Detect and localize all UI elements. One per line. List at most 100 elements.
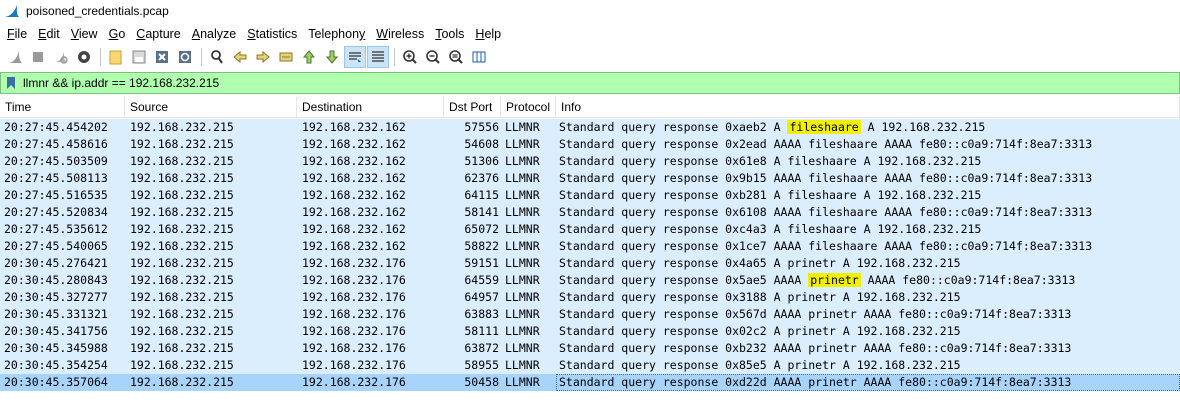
packet-time: 20:27:45.454202 [4,120,108,134]
packet-row[interactable]: 20:27:45.503509 192.168.232.215 192.168.23… [0,153,1180,170]
arrow-up-icon [302,50,316,64]
column-header-source[interactable]: Source [125,97,297,118]
auto-scroll-button[interactable] [344,46,366,68]
find-packet-button[interactable] [206,46,228,68]
packet-destination: 192.168.232.162 [302,188,406,202]
packet-info: Standard query response 0x61e8 A filesha… [556,153,1180,170]
packet-dst-port: 64559 [464,273,499,287]
packet-protocol: LLMNR [505,324,540,338]
menu-item[interactable]: Help [470,24,506,44]
capture-options-button[interactable] [73,46,95,68]
zoom-out-button[interactable] [422,46,444,68]
go-forward-button[interactable] [252,46,274,68]
packet-info: Standard query response 0xb281 A filesha… [556,187,1180,204]
packet-row[interactable]: 20:30:45.341756 192.168.232.215 192.168.23… [0,323,1180,340]
menu-item[interactable]: View [66,24,103,44]
packet-row[interactable]: 20:27:45.508113 192.168.232.215 192.168.23… [0,170,1180,187]
packet-time: 20:30:45.331321 [4,307,108,321]
go-to-packet-button[interactable] [275,46,297,68]
column-header-info[interactable]: Info [556,97,1180,118]
packet-info: Standard query response 0x2ead AAAA file… [556,136,1180,153]
colorize-button[interactable] [367,46,389,68]
menu-mnemonic: V [70,27,79,41]
packet-row[interactable]: 20:30:45.354254 192.168.232.215 192.168.23… [0,357,1180,374]
close-file-button[interactable] [151,46,173,68]
packet-row[interactable]: 20:30:45.345988 192.168.232.215 192.168.23… [0,340,1180,357]
menu-item[interactable]: Go [104,24,131,44]
packet-info-text: Standard query response 0xaeb2 A [559,120,788,134]
go-back-button[interactable] [229,46,251,68]
packet-time: 20:27:45.535612 [4,222,108,236]
menu-item[interactable]: Wireless [371,24,429,44]
packet-source: 192.168.232.215 [130,188,234,202]
packet-row[interactable]: 20:30:45.280843 192.168.232.215 192.168.23… [0,272,1180,289]
packet-protocol: LLMNR [505,341,540,355]
packet-row-selected[interactable]: 20:30:45.357064 192.168.232.215 192.168.23… [0,374,1180,391]
packet-dst-port: 62376 [464,171,499,185]
zoom-in-button[interactable] [399,46,421,68]
arrow-down-icon [325,50,339,64]
open-file-button[interactable] [105,46,127,68]
display-filter-input[interactable] [23,74,1179,92]
packet-protocol: LLMNR [505,137,540,151]
filter-bookmark-button[interactable] [3,74,19,92]
packet-destination: 192.168.232.176 [302,324,406,338]
save-file-button[interactable] [128,46,150,68]
packet-protocol: LLMNR [505,171,540,185]
packet-info-text: AAAA fe80::c0a9:714f:8ea7:3313 [860,273,1076,287]
packet-row[interactable]: 20:27:45.520834 192.168.232.215 192.168.23… [0,204,1180,221]
packet-row[interactable]: 20:27:45.458616 192.168.232.215 192.168.23… [0,136,1180,153]
menu-mnemonic: S [247,27,256,41]
go-last-packet-button[interactable] [321,46,343,68]
column-header-destination[interactable]: Destination [297,97,444,118]
resize-columns-button[interactable] [468,46,490,68]
packet-destination: 192.168.232.176 [302,341,406,355]
go-first-packet-button[interactable] [298,46,320,68]
packet-info: Standard query response 0xb232 AAAA prin… [556,340,1180,357]
menu-item[interactable]: Edit [33,24,65,44]
menu-item[interactable]: Tools [430,24,469,44]
packet-rows: 20:27:45.454202 192.168.232.215 192.168.23… [0,119,1180,391]
packet-protocol: LLMNR [505,273,540,287]
packet-info: Standard query response 0x4a65 A prinetr… [556,255,1180,272]
packet-info-text: Standard query response 0x85e5 A prinetr… [559,358,961,372]
packet-row[interactable]: 20:27:45.535612 192.168.232.215 192.168.23… [0,221,1180,238]
packet-row[interactable]: 20:27:45.516535 192.168.232.215 192.168.23… [0,187,1180,204]
menu-label-post: apture [145,27,181,41]
packet-info-text: Standard query response 0xc4a3 A filesha… [559,222,982,236]
packet-row[interactable]: 20:27:45.540065 192.168.232.215 192.168.23… [0,238,1180,255]
restart-capture-button[interactable] [50,46,72,68]
packet-source: 192.168.232.215 [130,137,234,151]
packet-destination: 192.168.232.176 [302,290,406,304]
packet-info-text: Standard query response 0x4a65 A prinetr… [559,256,961,270]
packet-row[interactable]: 20:30:45.331321 192.168.232.215 192.168.23… [0,306,1180,323]
column-header-time[interactable]: Time [0,97,125,118]
packet-destination: 192.168.232.162 [302,239,406,253]
search-highlight: fileshaare [787,120,861,134]
packet-time: 20:30:45.276421 [4,256,108,270]
toolbar-separator [100,48,101,66]
packet-dst-port: 64957 [464,290,499,304]
packet-info: Standard query response 0x6108 AAAA file… [556,204,1180,221]
column-header-dst-port[interactable]: Dst Port [444,97,501,118]
reload-file-button[interactable] [174,46,196,68]
menu-item[interactable]: Statistics [242,24,302,44]
packet-time: 20:30:45.341756 [4,324,108,338]
packet-time: 20:27:45.458616 [4,137,108,151]
menu-item[interactable]: File [2,24,32,44]
packet-source: 192.168.232.215 [130,375,234,389]
menu-item[interactable]: Capture [131,24,185,44]
start-capture-button[interactable] [4,46,26,68]
menu-mnemonic: G [108,27,119,41]
packet-row[interactable]: 20:27:45.454202 192.168.232.215 192.168.23… [0,119,1180,136]
stop-capture-button[interactable] [27,46,49,68]
zoom-out-icon [426,50,440,64]
normal-size-button[interactable] [445,46,467,68]
menu-item[interactable]: Analyze [187,24,241,44]
packet-row[interactable]: 20:30:45.276421 192.168.232.215 192.168.23… [0,255,1180,272]
packet-info: Standard query response 0x3188 A prinetr… [556,289,1180,306]
column-header-protocol[interactable]: Protocol [501,97,556,118]
packet-time: 20:30:45.345988 [4,341,108,355]
packet-row[interactable]: 20:30:45.327277 192.168.232.215 192.168.23… [0,289,1180,306]
menu-item[interactable]: Telephony [303,24,370,44]
